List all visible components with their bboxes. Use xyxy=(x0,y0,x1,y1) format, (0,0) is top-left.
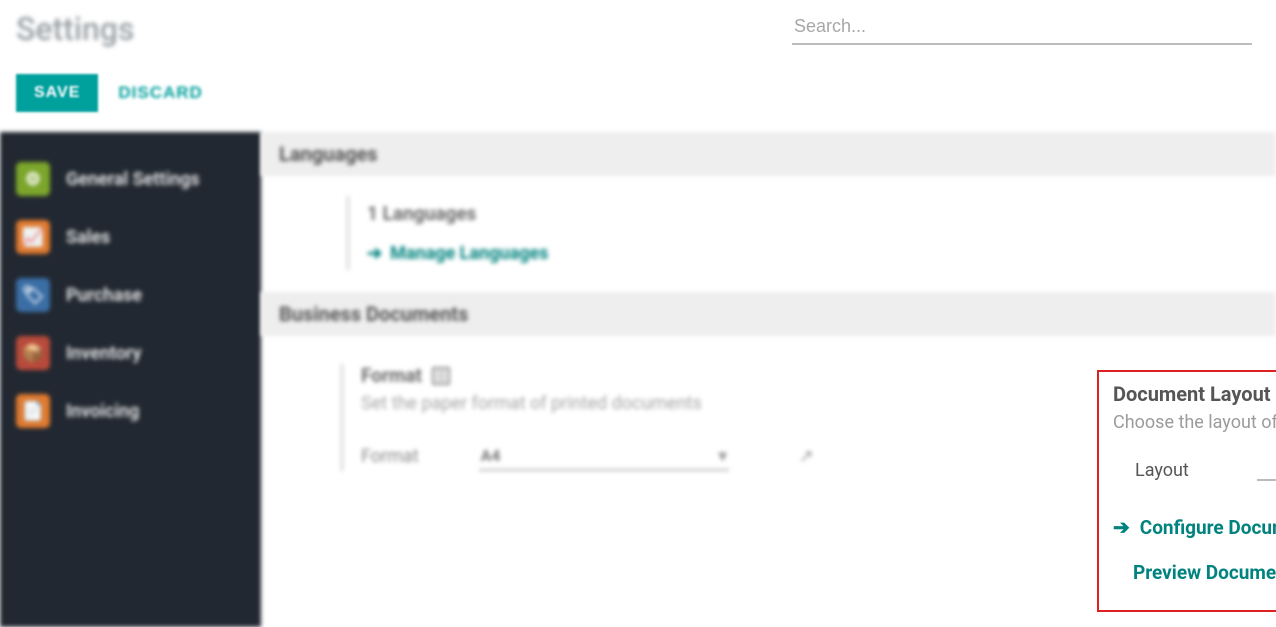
document-layout-description: Choose the layout of your documents xyxy=(1113,412,1276,433)
sidebar-item-label: Sales xyxy=(66,227,110,248)
sidebar-item-sales[interactable]: 📈 Sales xyxy=(0,208,261,266)
settings-sidebar: ⚙ General Settings 📈 Sales 🏷 Purchase 📦 … xyxy=(0,132,261,627)
sidebar-item-general-settings[interactable]: ⚙ General Settings xyxy=(0,150,261,208)
page-title: Settings xyxy=(16,10,134,48)
external-link-icon[interactable]: ↗ xyxy=(799,446,814,467)
section-heading-languages: Languages xyxy=(261,132,1276,176)
manage-languages-label: Manage Languages xyxy=(390,243,548,264)
document-layout-title: Document Layout xyxy=(1113,382,1271,406)
search-input[interactable] xyxy=(792,10,1252,45)
chart-icon: 📈 xyxy=(16,220,50,254)
sidebar-item-label: Inventory xyxy=(66,343,141,364)
format-title: Format xyxy=(361,364,422,387)
format-field-label: Format xyxy=(361,446,419,467)
sidebar-item-purchase[interactable]: 🏷 Purchase xyxy=(0,266,261,324)
save-button[interactable]: SAVE xyxy=(16,74,98,112)
languages-block: 1 Languages ➔ Manage Languages xyxy=(261,176,1276,292)
gear-icon: ⚙ xyxy=(16,162,50,196)
discard-button[interactable]: DISCARD xyxy=(118,83,202,103)
preview-document-link[interactable]: Preview Document xyxy=(1133,561,1276,584)
search-container xyxy=(792,10,1252,45)
caret-down-icon: ▾ xyxy=(719,446,727,465)
sidebar-item-label: Invoicing xyxy=(66,401,139,422)
section-heading-business-documents: Business Documents xyxy=(261,292,1276,336)
format-select[interactable]: A4 ▾ xyxy=(479,442,729,471)
languages-count: 1 Languages xyxy=(367,202,1276,225)
tag-icon: 🏷 xyxy=(16,278,50,312)
sidebar-item-label: Purchase xyxy=(66,285,142,306)
content-area: Languages 1 Languages ➔ Manage Languages… xyxy=(261,132,1276,627)
configure-document-layout-link[interactable]: Configure Document Layout xyxy=(1140,516,1276,539)
document-icon: 📄 xyxy=(16,394,50,428)
layout-select[interactable]: ▾ xyxy=(1257,459,1276,481)
format-block: Format Set the paper format of printed d… xyxy=(261,336,821,471)
arrow-right-icon: ➔ xyxy=(367,243,382,264)
format-description: Set the paper format of printed document… xyxy=(361,393,821,414)
box-icon: 📦 xyxy=(16,336,50,370)
manage-languages-link[interactable]: ➔ Manage Languages xyxy=(367,243,1276,264)
sidebar-item-label: General Settings xyxy=(66,169,200,190)
sidebar-item-invoicing[interactable]: 📄 Invoicing xyxy=(0,382,261,440)
arrow-right-icon: ➔ xyxy=(1113,515,1130,539)
document-layout-box: Document Layout Choose the layout of you… xyxy=(1097,370,1276,612)
format-value: A4 xyxy=(481,446,501,465)
actions-bar: SAVE DISCARD xyxy=(16,74,1260,112)
sidebar-item-inventory[interactable]: 📦 Inventory xyxy=(0,324,261,382)
layout-field-label: Layout xyxy=(1135,460,1257,481)
document-icon xyxy=(432,367,450,385)
